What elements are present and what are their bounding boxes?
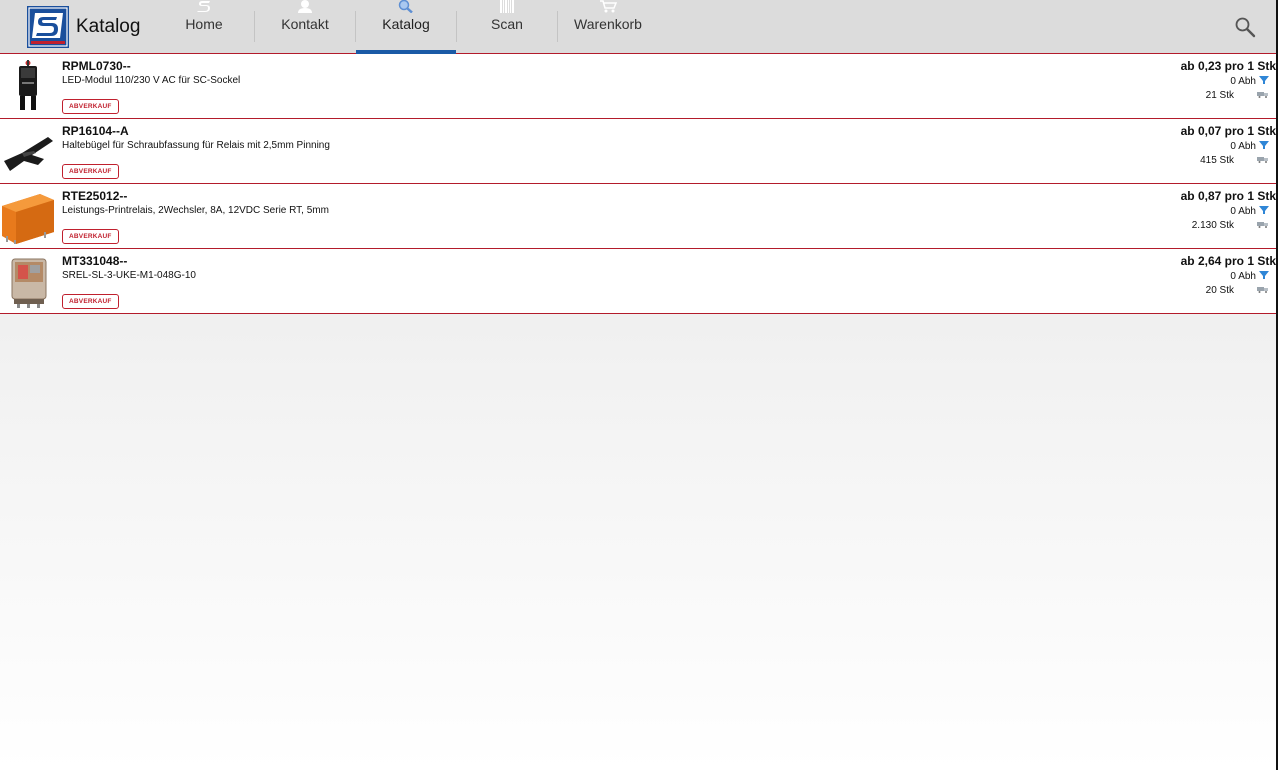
- tab-scan[interactable]: Scan: [457, 0, 557, 54]
- truck-icon: [1257, 222, 1268, 228]
- stock-quantity: 21 Stk: [1205, 90, 1234, 101]
- person-icon: [298, 0, 312, 13]
- pickup-quantity: 0 Abh: [1230, 76, 1256, 87]
- product-row[interactable]: MT331048-- SREL-SL-3-UKE-M1-048G-10 ABVE…: [0, 249, 1276, 314]
- tab-warenkorb[interactable]: Warenkorb: [558, 0, 658, 54]
- truck-icon: [1257, 92, 1268, 98]
- product-sku: RTE25012--: [62, 189, 128, 203]
- product-row[interactable]: RTE25012-- Leistungs-Printrelais, 2Wechs…: [0, 184, 1276, 249]
- tab-label: Kontakt: [281, 16, 329, 32]
- cart-icon: [600, 0, 617, 13]
- magnifier-icon: [398, 0, 413, 13]
- barcode-icon: [500, 0, 514, 13]
- tab-label: Warenkorb: [574, 16, 642, 32]
- product-sku: MT331048--: [62, 254, 128, 268]
- product-sku: RPML0730--: [62, 59, 131, 73]
- orange-relay-image: [2, 194, 54, 244]
- truck-icon: [1257, 157, 1268, 163]
- product-row[interactable]: RPML0730-- LED-Modul 110/230 V AC für SC…: [0, 54, 1276, 119]
- pickup-quantity: 0 Abh: [1230, 141, 1256, 152]
- logo-s-icon: [197, 1, 210, 12]
- sale-badge: ABVERKAUF: [62, 164, 119, 179]
- product-list: RPML0730-- LED-Modul 110/230 V AC für SC…: [0, 54, 1276, 314]
- funnel-icon: [1259, 271, 1269, 279]
- retaining-clip-image: [4, 137, 53, 171]
- product-price: ab 2,64 pro 1 Stk: [1180, 254, 1276, 268]
- stock-quantity: 415 Stk: [1200, 155, 1234, 166]
- product-price: ab 0,07 pro 1 Stk: [1180, 124, 1276, 138]
- tab-label: Scan: [491, 16, 523, 32]
- search-icon[interactable]: [1234, 16, 1256, 38]
- pickup-quantity: 0 Abh: [1230, 206, 1256, 217]
- plug-in-relay-image: [11, 258, 47, 308]
- top-app-bar: Katalog Home Kontakt Katalog Scan Warenk…: [0, 0, 1276, 54]
- tab-katalog[interactable]: Katalog: [356, 0, 456, 54]
- truck-icon: [1257, 287, 1268, 293]
- app-title: Katalog: [76, 16, 141, 37]
- sale-badge: ABVERKAUF: [62, 99, 119, 114]
- tab-home[interactable]: Home: [154, 0, 254, 54]
- product-row[interactable]: RP16104--A Haltebügel für Schraubfassung…: [0, 119, 1276, 184]
- stock-quantity: 2.130 Stk: [1191, 220, 1234, 231]
- schrack-logo-icon[interactable]: [27, 6, 69, 48]
- product-description: LED-Modul 110/230 V AC für SC-Sockel: [62, 75, 241, 86]
- pickup-quantity: 0 Abh: [1230, 271, 1256, 282]
- product-price: ab 0,23 pro 1 Stk: [1180, 59, 1276, 73]
- product-price: ab 0,87 pro 1 Stk: [1180, 189, 1276, 203]
- sale-badge: ABVERKAUF: [62, 229, 119, 244]
- tab-kontakt[interactable]: Kontakt: [255, 0, 355, 54]
- led-module-image: [19, 60, 37, 110]
- product-description: Leistungs-Printrelais, 2Wechsler, 8A, 12…: [62, 205, 329, 216]
- funnel-icon: [1259, 141, 1269, 149]
- tab-label: Home: [185, 16, 223, 32]
- stock-quantity: 20 Stk: [1205, 285, 1234, 296]
- sale-badge: ABVERKAUF: [62, 294, 119, 309]
- funnel-icon: [1259, 76, 1269, 84]
- product-description: Haltebügel für Schraubfassung für Relais…: [62, 140, 330, 151]
- product-sku: RP16104--A: [62, 124, 129, 138]
- product-description: SREL-SL-3-UKE-M1-048G-10: [62, 270, 196, 281]
- funnel-icon: [1259, 206, 1269, 214]
- tab-label: Katalog: [382, 16, 430, 32]
